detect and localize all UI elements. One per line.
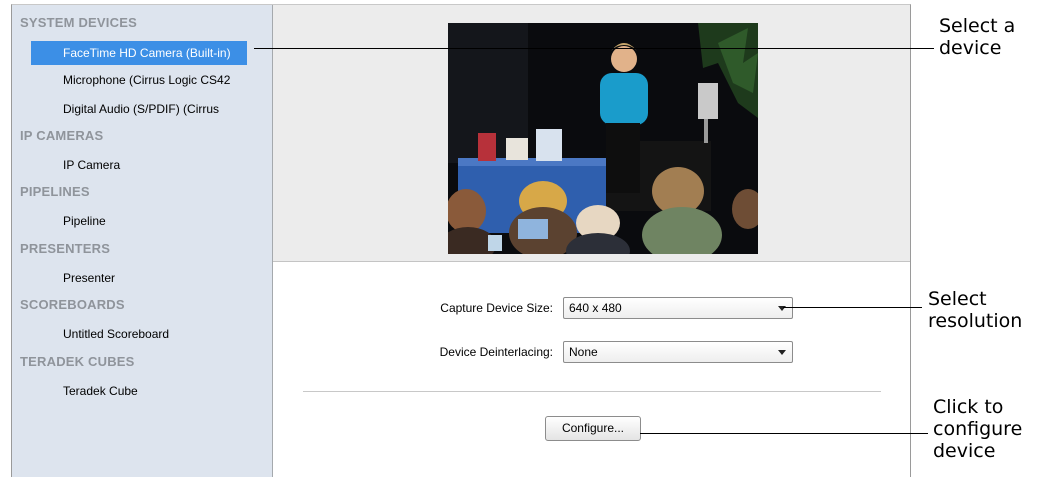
callout-select-device-line1: Select a	[939, 15, 1016, 37]
callout-select-resolution-line2: resolution	[928, 310, 1023, 332]
callout-line-configure-device	[640, 433, 928, 434]
group-header-pipelines: PIPELINES	[20, 184, 90, 199]
capture-size-label: Capture Device Size:	[440, 301, 553, 315]
callout-configure-device-line2: configure	[933, 418, 1023, 440]
preview-area	[273, 5, 910, 262]
deinterlacing-select[interactable]: None	[563, 341, 793, 363]
group-header-system-devices: SYSTEM DEVICES	[20, 15, 137, 30]
source-item-teradek-cube[interactable]: Teradek Cube	[31, 379, 247, 403]
source-item-untitled-scoreboard[interactable]: Untitled Scoreboard	[31, 322, 247, 346]
callout-configure-device-line3: device	[933, 440, 996, 462]
camera-preview-video	[448, 23, 758, 254]
deinterlacing-label: Device Deinterlacing:	[439, 345, 553, 359]
group-header-ip-cameras: IP CAMERAS	[20, 128, 104, 143]
capture-size-value: 640 x 480	[569, 301, 622, 315]
sources-sidebar: SYSTEM DEVICES FaceTime HD Camera (Built…	[12, 5, 273, 477]
group-header-teradek-cubes: TERADEK CUBES	[20, 354, 135, 369]
callout-select-device-line2: device	[939, 37, 1002, 59]
source-item-ip-camera[interactable]: IP Camera	[31, 153, 247, 177]
chevron-down-icon	[778, 350, 786, 355]
device-settings-panel: Capture Device Size: 640 x 480 Device De…	[273, 262, 910, 478]
settings-divider	[303, 391, 881, 392]
group-header-scoreboards: SCOREBOARDS	[20, 297, 125, 312]
capture-size-select[interactable]: 640 x 480	[563, 297, 793, 319]
source-item-microphone[interactable]: Microphone (Cirrus Logic CS42	[31, 68, 247, 92]
source-item-pipeline[interactable]: Pipeline	[31, 209, 247, 233]
source-item-facetime-camera[interactable]: FaceTime HD Camera (Built-in)	[31, 41, 247, 65]
deinterlacing-value: None	[569, 345, 598, 359]
callout-select-resolution-line1: Select	[928, 288, 987, 310]
callout-select-device: Select a device	[939, 15, 1015, 59]
configure-button[interactable]: Configure...	[545, 416, 641, 441]
callout-select-resolution: Select resolution	[928, 288, 1022, 332]
group-header-presenters: PRESENTERS	[20, 241, 111, 256]
callout-configure-device-line1: Click to	[933, 396, 1004, 418]
source-item-digital-audio[interactable]: Digital Audio (S/PDIF) (Cirrus	[31, 97, 247, 121]
source-item-presenter[interactable]: Presenter	[31, 266, 247, 290]
presenter-scene-image	[448, 23, 758, 254]
callout-line-select-resolution	[783, 307, 922, 308]
app-window: SYSTEM DEVICES FaceTime HD Camera (Built…	[11, 4, 911, 478]
callout-configure-device: Click to configure device	[933, 396, 1022, 462]
callout-line-select-device	[254, 48, 934, 49]
